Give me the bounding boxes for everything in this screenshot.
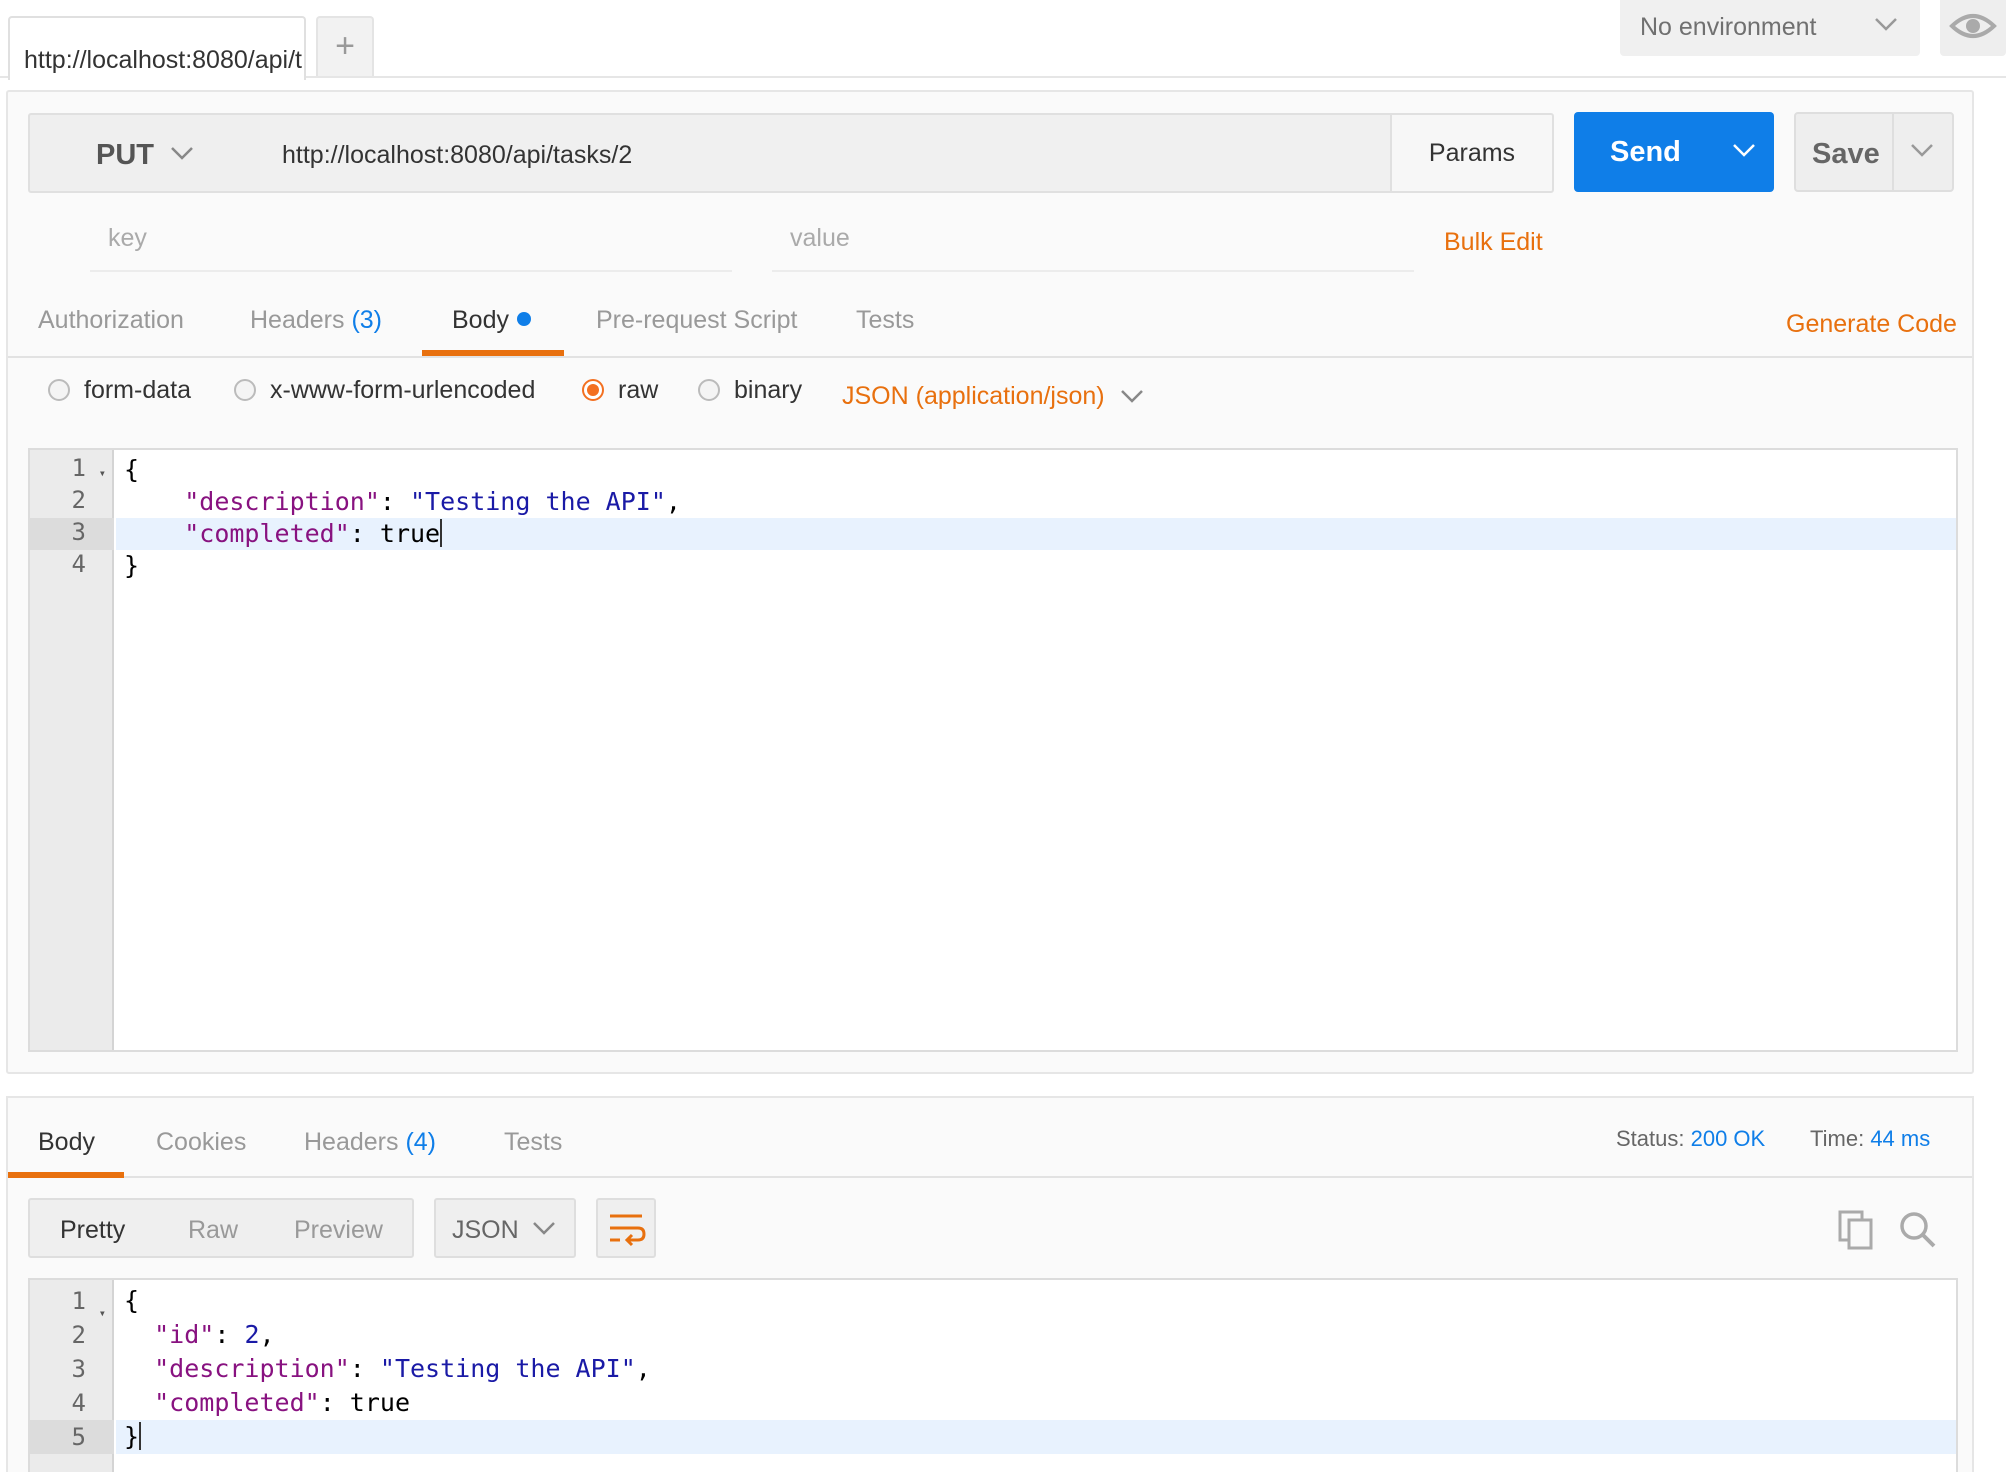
code-line: "description": "Testing the API", [184, 487, 681, 516]
line-number: 4 [71, 1389, 86, 1417]
response-active-tab-indicator [8, 1172, 124, 1178]
fold-arrow-icon[interactable]: ▾ [99, 466, 106, 480]
copy-icon[interactable] [1836, 1208, 1876, 1257]
response-tab-cookies[interactable]: Cookies [156, 1128, 246, 1157]
line-number: 5 [30, 1420, 114, 1454]
param-value-placeholder: value [790, 224, 850, 252]
environment-select[interactable]: No environment [1620, 0, 1920, 56]
request-tab-label: http://localhost:8080/api/t [24, 46, 302, 74]
url-input[interactable]: http://localhost:8080/api/tasks/2 [260, 113, 1392, 193]
request-body-editor[interactable]: 1 ▾ 2 3 4 { "description": "Testing the A… [28, 448, 1958, 1052]
code-line: "description": "Testing the API", [154, 1354, 651, 1383]
radio-circle [698, 379, 720, 401]
response-tab-body[interactable]: Body [38, 1128, 95, 1157]
tab-authorization[interactable]: Authorization [38, 306, 184, 335]
eye-icon [1949, 14, 1997, 38]
content-type-label: JSON (application/json) [842, 382, 1105, 410]
save-label: Save [1812, 138, 1880, 170]
line-number: 1 ▾ [71, 454, 106, 482]
response-view-toggle: Pretty Raw Preview [28, 1198, 414, 1258]
time-value: 44 ms [1870, 1126, 1931, 1151]
response-headers-count: (4) [405, 1128, 437, 1156]
active-tab-indicator [422, 350, 564, 356]
code-line-active: "completed": true [116, 518, 1956, 550]
chevron-down-icon [1875, 18, 1897, 31]
radio-circle [234, 379, 256, 401]
body-modified-dot [516, 312, 531, 326]
text-cursor [440, 519, 443, 547]
param-value-input[interactable]: value [772, 224, 1414, 272]
line-number: 2 [71, 1321, 86, 1349]
wrap-lines-button[interactable] [596, 1198, 656, 1258]
view-raw-button[interactable]: Raw [188, 1216, 238, 1245]
response-tab-headers[interactable]: Headers (4) [304, 1128, 436, 1157]
response-format-select[interactable]: JSON [434, 1198, 576, 1258]
code-line: } [124, 551, 140, 580]
code-line: "completed": true [154, 1388, 410, 1417]
tab-headers[interactable]: Headers (3) [250, 306, 382, 335]
code-line: { [124, 455, 140, 484]
line-number: 2 [71, 486, 86, 514]
send-button[interactable]: Send [1574, 112, 1774, 192]
method-label: PUT [96, 139, 154, 171]
environment-quick-look-button[interactable] [1940, 0, 2006, 56]
view-preview-button[interactable]: Preview [294, 1216, 383, 1245]
chevron-down-icon [533, 1222, 555, 1235]
request-tabs: Authorization Headers (3) Body Pre-reque… [8, 298, 1972, 358]
method-select[interactable]: PUT [28, 113, 262, 193]
new-tab-button[interactable]: + [316, 16, 374, 76]
wrap-lines-icon [610, 1214, 646, 1247]
save-divider [1892, 114, 1894, 190]
code-line-active: } [116, 1420, 1956, 1454]
generate-code-link[interactable]: Generate Code [1786, 310, 1957, 339]
search-icon[interactable] [1896, 1208, 1940, 1257]
status-value: 200 OK [1690, 1126, 1766, 1151]
chevron-down-icon[interactable] [1910, 142, 1934, 158]
line-number: 3 [71, 1355, 86, 1383]
radio-circle-selected [582, 379, 604, 401]
line-number: 4 [71, 550, 86, 578]
params-button[interactable]: Params [1390, 113, 1554, 193]
environment-select-label: No environment [1640, 13, 1817, 41]
plus-icon: + [335, 27, 355, 65]
text-cursor [139, 1422, 142, 1450]
bulk-edit-link[interactable]: Bulk Edit [1444, 228, 1543, 257]
content-type-select[interactable]: JSON (application/json) [842, 382, 1143, 411]
line-number: 3 [30, 518, 114, 550]
radio-x-www-form-urlencoded[interactable]: x-www-form-urlencoded [234, 376, 535, 405]
response-body-viewer[interactable]: 1 ▾ 2 3 4 5 { "id": 2, "description": "Te… [28, 1278, 1958, 1472]
code-line: { [124, 1286, 140, 1315]
radio-circle [48, 379, 70, 401]
headers-count: (3) [351, 306, 383, 334]
send-label: Send [1610, 136, 1681, 168]
save-button[interactable]: Save [1794, 112, 1954, 192]
param-key-placeholder: key [108, 224, 147, 252]
response-format-label: JSON [452, 1216, 519, 1244]
chevron-down-icon[interactable] [1732, 142, 1756, 158]
tab-tests[interactable]: Tests [856, 306, 914, 335]
response-time: Time: 44 ms [1810, 1126, 1931, 1151]
request-tab[interactable]: http://localhost:8080/api/t [8, 16, 306, 80]
radio-binary[interactable]: binary [698, 376, 802, 405]
code-line: "id": 2, [154, 1320, 275, 1349]
radio-form-data[interactable]: form-data [48, 376, 191, 405]
param-key-input[interactable]: key [90, 224, 732, 272]
response-tab-tests[interactable]: Tests [504, 1128, 562, 1157]
url-value: http://localhost:8080/api/tasks/2 [282, 141, 633, 169]
chevron-down-icon [171, 147, 193, 160]
tab-pre-request-script[interactable]: Pre-request Script [596, 306, 797, 335]
line-number: 1 ▾ [30, 1284, 114, 1320]
view-pretty-button[interactable]: Pretty [60, 1216, 125, 1245]
response-status: Status: 200 OK [1616, 1126, 1766, 1151]
chevron-down-icon [1121, 390, 1143, 403]
tab-body[interactable]: Body [452, 306, 531, 335]
radio-raw[interactable]: raw [582, 376, 658, 405]
